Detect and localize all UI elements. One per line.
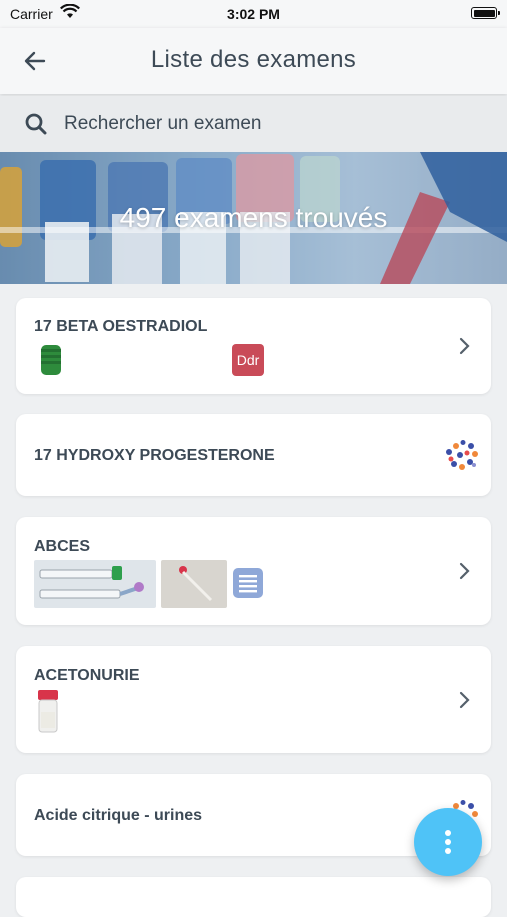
- search-icon: [25, 113, 47, 135]
- clock: 3:02 PM: [227, 6, 280, 22]
- exam-name: Acide citrique - urines: [34, 807, 203, 824]
- exam-card[interactable]: 17 HYDROXY PROGESTERONE: [16, 414, 491, 496]
- more-vertical-icon: [445, 830, 451, 836]
- exam-card[interactable]: [16, 877, 491, 917]
- exam-card[interactable]: ABCES: [16, 517, 491, 625]
- molecule-icon: [446, 440, 478, 470]
- ddr-badge: Ddr: [232, 344, 264, 376]
- battery-icon: [471, 7, 500, 19]
- chevron-right-icon: [459, 691, 470, 709]
- more-actions-button[interactable]: [414, 808, 482, 876]
- result-count: 497 examens trouvés: [119, 202, 388, 233]
- navigation-bar: Liste des examens: [0, 28, 507, 94]
- green-tube-icon: [41, 345, 61, 375]
- page-title: Liste des examens: [150, 46, 357, 73]
- exam-name: ABCES: [34, 538, 91, 555]
- exam-card[interactable]: 17 BETA OESTRADIOL Ddr: [16, 298, 491, 394]
- status-bar: Carrier 3:02 PM: [0, 0, 507, 28]
- urine-container-icon: [38, 690, 58, 733]
- swab-image: [161, 560, 227, 608]
- chevron-right-icon: [459, 562, 470, 580]
- results-banner: 497 examens trouvés: [0, 152, 507, 284]
- more-vertical-icon-dot: [445, 848, 451, 854]
- more-vertical-icon-dot: [445, 839, 451, 845]
- document-icon: [233, 568, 263, 598]
- exam-name: 17 HYDROXY PROGESTERONE: [34, 447, 275, 464]
- exam-card[interactable]: ACETONURIE: [16, 646, 491, 753]
- syringe-image: [34, 560, 156, 608]
- search-input[interactable]: [64, 108, 484, 140]
- exam-name: ACETONURIE: [34, 667, 140, 684]
- search-bar: [0, 96, 507, 152]
- exam-name: 17 BETA OESTRADIOL: [34, 318, 208, 335]
- chevron-right-icon: [459, 337, 470, 355]
